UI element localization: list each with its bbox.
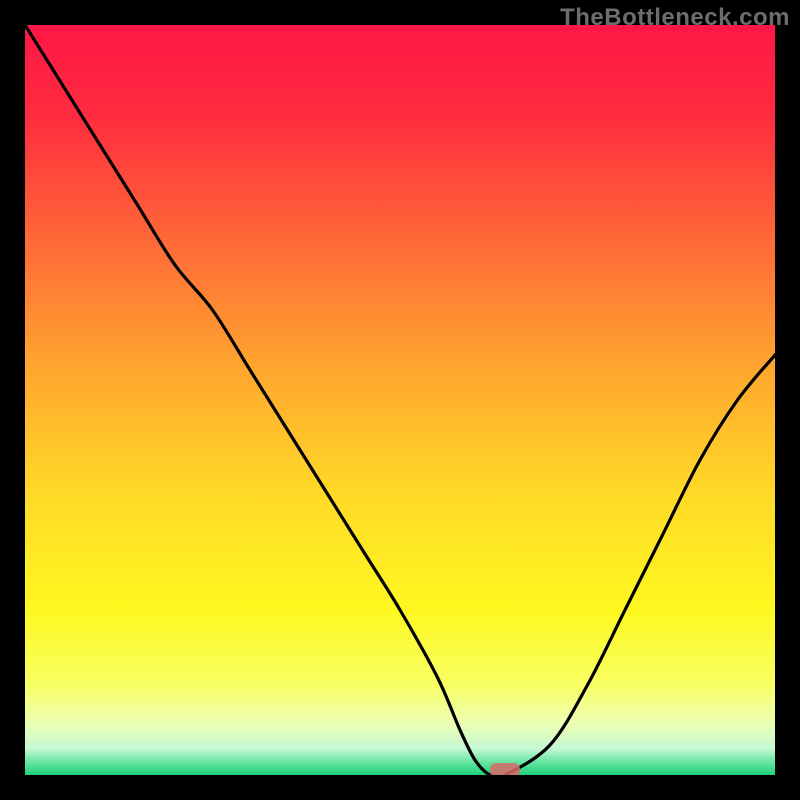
gradient-background: [25, 25, 775, 775]
chart-svg: [25, 25, 775, 775]
chart-container: TheBottleneck.com: [0, 0, 800, 800]
plot-area: [25, 25, 775, 775]
watermark-text: TheBottleneck.com: [560, 4, 790, 32]
optimal-marker: [490, 763, 520, 775]
